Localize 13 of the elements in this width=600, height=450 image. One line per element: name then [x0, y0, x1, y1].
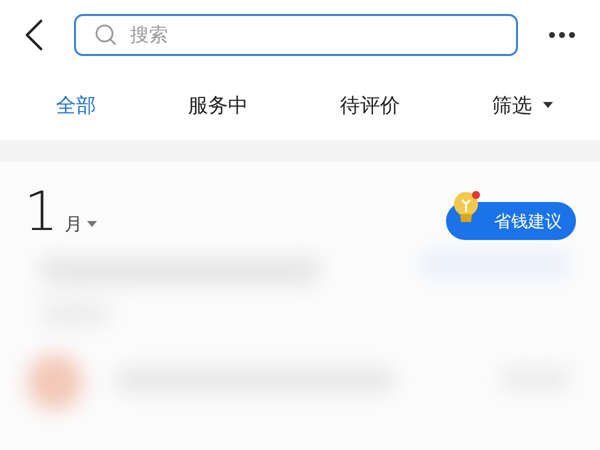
- tab[interactable]: 待评价: [336, 90, 404, 120]
- caret-icon: [86, 220, 98, 228]
- caret-icon: [542, 101, 554, 109]
- search-icon: [94, 23, 118, 47]
- month-number: 1: [24, 184, 58, 240]
- tab[interactable]: 全部: [52, 90, 100, 120]
- tab[interactable]: 服务中: [184, 90, 252, 120]
- advice-button[interactable]: 省钱建议: [446, 202, 576, 240]
- filter-button[interactable]: 筛选: [488, 90, 558, 120]
- more-icon[interactable]: [548, 31, 576, 39]
- back-icon[interactable]: [24, 19, 44, 51]
- month-selector[interactable]: 月: [64, 212, 98, 240]
- search-field[interactable]: 搜索: [74, 14, 518, 56]
